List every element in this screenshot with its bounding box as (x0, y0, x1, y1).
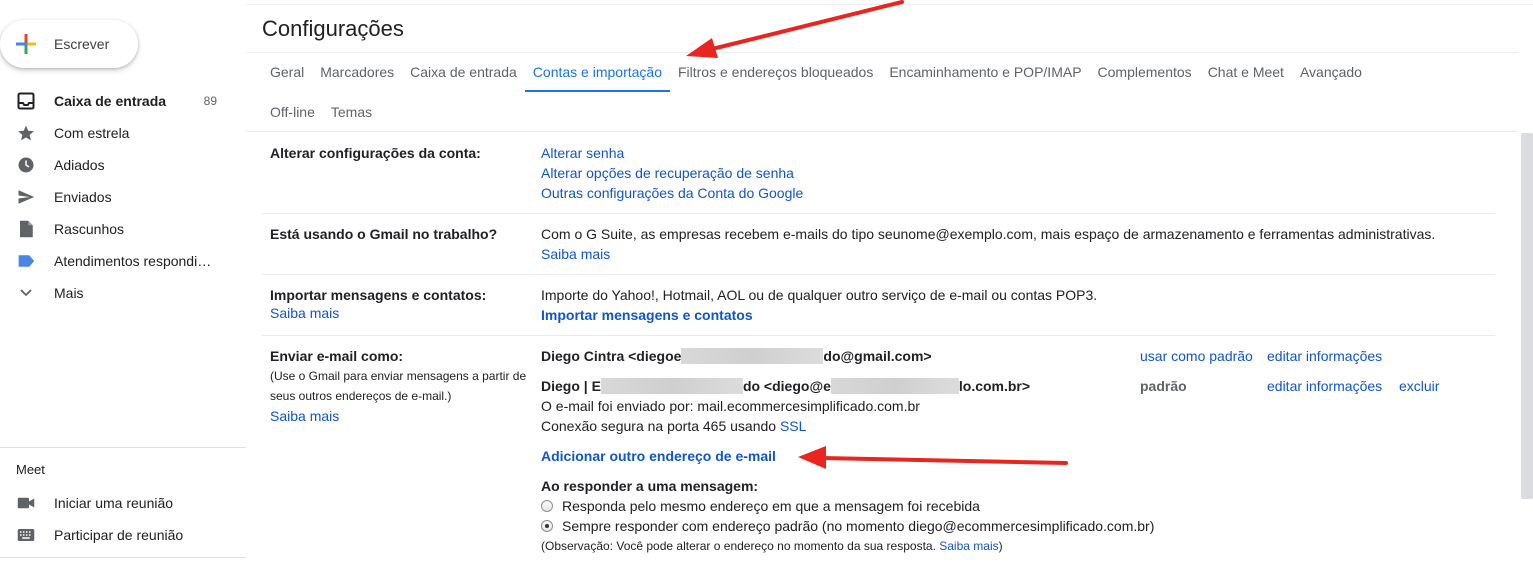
annotation-overlay (686, 0, 1068, 469)
annotation-arrow-add-address (798, 446, 1068, 469)
annotation-arrow-tabs (686, 0, 904, 58)
